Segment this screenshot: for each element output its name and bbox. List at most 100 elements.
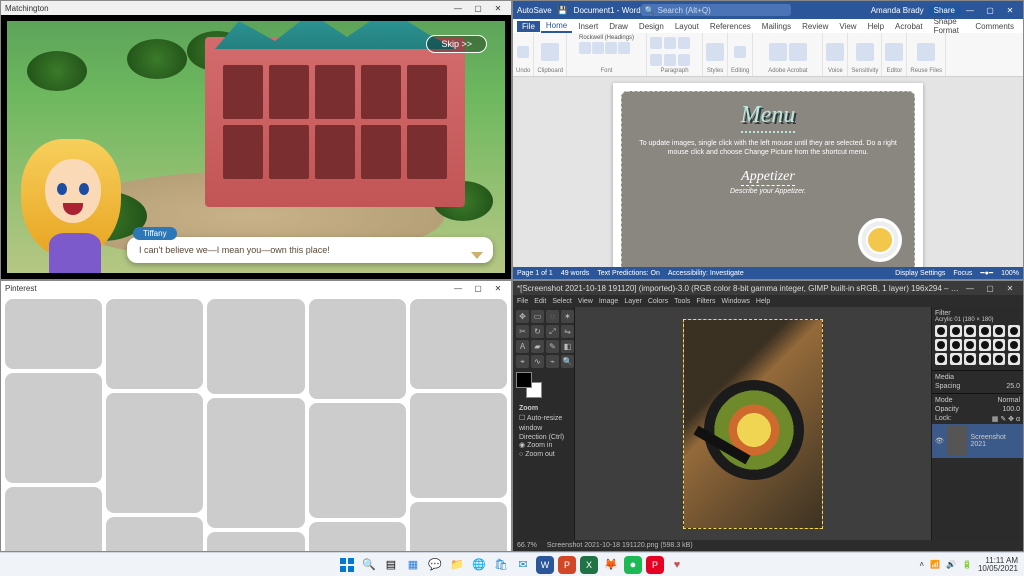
tool-move-icon[interactable]: ✥ [516, 310, 529, 323]
pinterest-titlebar[interactable]: Pinterest — ▢ ✕ [1, 281, 511, 295]
tab-file[interactable]: File [517, 21, 540, 32]
word-taskbar-button[interactable]: W [536, 556, 554, 574]
menu-colors[interactable]: Colors [648, 298, 668, 305]
layer-row[interactable]: 👁 Screenshot 2021 [932, 424, 1023, 458]
game-titlebar[interactable]: Matchington — ▢ ✕ [1, 1, 511, 15]
pin-card[interactable] [309, 299, 406, 399]
brush-grid[interactable] [935, 325, 1020, 365]
pin-card[interactable] [5, 299, 102, 369]
close-icon[interactable]: ✕ [1001, 4, 1019, 16]
mail-button[interactable]: ✉ [514, 556, 532, 574]
spotify-button[interactable]: ● [624, 556, 642, 574]
pin-card[interactable] [207, 398, 304, 528]
tool-smudge-icon[interactable]: ∿ [531, 355, 544, 368]
search-input[interactable]: 🔍 Search (Alt+Q) [641, 4, 791, 16]
chat-button[interactable]: 💬 [426, 556, 444, 574]
ribbon-undo[interactable]: Undo [513, 33, 534, 76]
word-page[interactable]: Menu To update images, single click with… [613, 83, 923, 267]
powerpoint-button[interactable]: P [558, 556, 576, 574]
layer-name[interactable]: Screenshot 2021 [970, 434, 1020, 448]
volume-icon[interactable]: 🔊 [946, 560, 956, 569]
opacity-value[interactable]: 100.0 [1002, 406, 1020, 413]
widgets-button[interactable]: ▦ [404, 556, 422, 574]
tool-fuzzy-select-icon[interactable]: ✶ [561, 310, 574, 323]
tab-home[interactable]: Home [541, 20, 572, 33]
minimize-icon[interactable]: — [449, 282, 467, 294]
ribbon-dictate[interactable]: Voice [823, 33, 848, 76]
clock-date[interactable]: 10/05/2021 [978, 565, 1018, 573]
eye-icon[interactable]: 👁 [935, 437, 944, 445]
game-viewport[interactable]: Skip >> Tiffany I can't believe we—I mea… [1, 15, 511, 279]
tab-references[interactable]: References [705, 21, 756, 32]
zoom-slider[interactable]: ━●━ [980, 269, 993, 277]
battery-icon[interactable]: 🔋 [962, 560, 972, 569]
pinterest-feed[interactable] [1, 295, 511, 551]
pin-card[interactable] [309, 522, 406, 551]
font-name-select[interactable]: Rockwell (Headings) [579, 35, 634, 41]
media-tab[interactable]: Media [932, 373, 1023, 382]
skip-button[interactable]: Skip >> [426, 35, 487, 53]
ribbon-sensitivity[interactable]: Sensitivity [848, 33, 882, 76]
status-accessibility[interactable]: Accessibility: Investigate [668, 270, 744, 277]
plate-image-placeholder[interactable] [858, 218, 902, 262]
mode-select[interactable]: Normal [997, 397, 1020, 404]
excel-button[interactable]: X [580, 556, 598, 574]
fg-color-swatch[interactable] [516, 372, 532, 388]
zoom-in-radio[interactable]: ◉ Zoom in [519, 441, 568, 451]
pin-card[interactable] [207, 299, 304, 394]
pin-card[interactable] [106, 299, 203, 389]
close-icon[interactable]: ✕ [1001, 282, 1019, 294]
status-zoom[interactable]: 100% [1001, 270, 1019, 277]
tool-paths-icon[interactable]: ⌁ [546, 355, 559, 368]
pin-card[interactable] [309, 403, 406, 518]
pin-card[interactable] [207, 532, 304, 551]
status-focus[interactable]: Focus [953, 270, 972, 277]
comments-button[interactable]: Comments [970, 21, 1019, 32]
tab-mailings[interactable]: Mailings [757, 21, 796, 32]
wifi-icon[interactable]: 📶 [930, 560, 940, 569]
menu-tools[interactable]: Tools [674, 298, 690, 305]
ribbon-editing[interactable]: Editing [728, 33, 753, 76]
pin-card[interactable] [106, 517, 203, 551]
tool-text-icon[interactable]: A [516, 340, 529, 353]
gimp-titlebar[interactable]: *[Screenshot 2021-10-18 191120] (importe… [513, 281, 1023, 295]
share-button[interactable]: Share [928, 5, 961, 16]
tab-insert[interactable]: Insert [573, 21, 603, 32]
gimp-canvas-area[interactable] [575, 307, 931, 540]
tool-pencil-icon[interactable]: ✎ [546, 340, 559, 353]
minimize-icon[interactable]: — [961, 4, 979, 16]
user-name[interactable]: Amanda Brady [871, 6, 924, 15]
menu-view[interactable]: View [578, 298, 593, 305]
menu-help[interactable]: Help [756, 298, 770, 305]
close-icon[interactable]: ✕ [489, 2, 507, 14]
tool-bucket-icon[interactable]: ▰ [531, 340, 544, 353]
ribbon-reuse[interactable]: Reuse Files [907, 33, 946, 76]
minimize-icon[interactable]: — [961, 282, 979, 294]
menu-filters[interactable]: Filters [696, 298, 715, 305]
pin-card[interactable] [106, 393, 203, 513]
menu-image[interactable]: Image [599, 298, 618, 305]
autosave-toggle[interactable]: AutoSave [517, 6, 552, 15]
maximize-icon[interactable]: ▢ [469, 2, 487, 14]
ribbon-editor[interactable]: Editor [882, 33, 907, 76]
tray-chevron-icon[interactable]: ˄ [919, 560, 924, 569]
word-document-area[interactable]: Menu To update images, single click with… [513, 77, 1023, 267]
tab-review[interactable]: Review [797, 21, 833, 32]
right-tab-filter[interactable]: Filter [935, 310, 1020, 317]
layer-thumbnail[interactable] [947, 426, 968, 456]
dialogue-box[interactable]: Tiffany I can't believe we—I mean you—ow… [127, 237, 493, 263]
tool-flip-icon[interactable]: ⇋ [561, 325, 574, 338]
pinterest-taskbar-button[interactable]: P [646, 556, 664, 574]
gimp-canvas[interactable] [683, 319, 823, 529]
status-zoom[interactable]: 66.7% [517, 542, 537, 549]
maximize-icon[interactable]: ▢ [469, 282, 487, 294]
game-taskbar-button[interactable]: ♥ [668, 556, 686, 574]
ribbon-paragraph[interactable]: Paragraph [647, 33, 703, 76]
ribbon-clipboard[interactable]: Clipboard [534, 33, 567, 76]
search-button[interactable]: 🔍 [360, 556, 378, 574]
status-words[interactable]: 49 words [561, 270, 589, 277]
tab-layout[interactable]: Layout [670, 21, 704, 32]
menu-layer[interactable]: Layer [624, 298, 642, 305]
save-icon[interactable]: 💾 [558, 6, 568, 15]
explorer-button[interactable]: 📁 [448, 556, 466, 574]
